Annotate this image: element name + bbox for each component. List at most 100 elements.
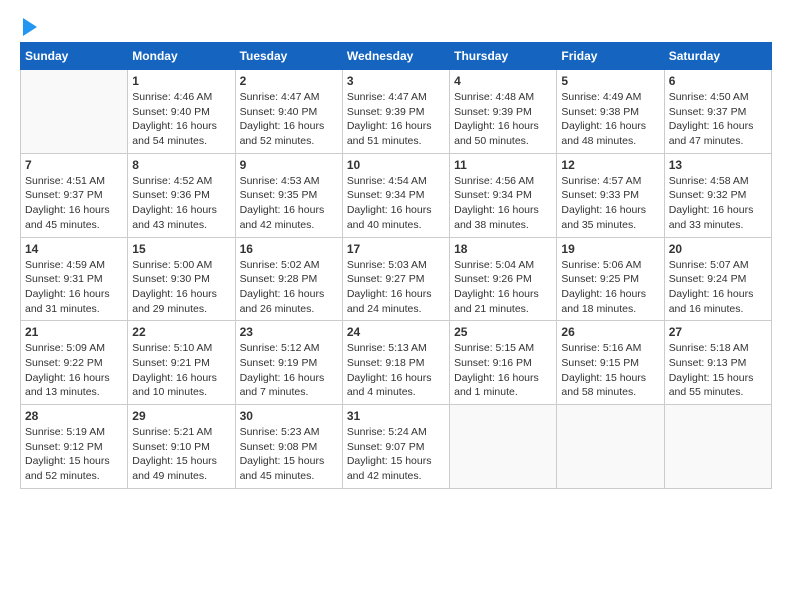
col-monday: Monday — [128, 43, 235, 70]
day-detail-text: Daylight: 15 hours — [25, 454, 123, 469]
table-row: 2Sunrise: 4:47 AMSunset: 9:40 PMDaylight… — [235, 70, 342, 154]
calendar-week-row: 21Sunrise: 5:09 AMSunset: 9:22 PMDayligh… — [21, 321, 772, 405]
day-detail-text: Sunrise: 4:52 AM — [132, 174, 230, 189]
day-detail-text: and 29 minutes. — [132, 302, 230, 317]
day-detail-text: and 10 minutes. — [132, 385, 230, 400]
day-number: 1 — [132, 74, 230, 88]
day-number: 13 — [669, 158, 767, 172]
day-detail-text: and 33 minutes. — [669, 218, 767, 233]
day-number: 8 — [132, 158, 230, 172]
day-number: 22 — [132, 325, 230, 339]
day-detail-text: Daylight: 16 hours — [347, 203, 445, 218]
table-row: 29Sunrise: 5:21 AMSunset: 9:10 PMDayligh… — [128, 405, 235, 489]
table-row: 22 Sunrise: 5:10 AMSunset: 9:21 PMDayligh… — [128, 321, 235, 405]
day-detail-text: Sunrise: 5:21 AM — [132, 425, 230, 440]
day-detail-text: and 51 minutes. — [347, 134, 445, 149]
day-detail-text: Daylight: 16 hours — [25, 287, 123, 302]
day-detail-text: Sunrise: 5:00 AM — [132, 258, 230, 273]
day-detail-text: and 13 minutes. — [25, 385, 123, 400]
day-detail-text: Daylight: 16 hours — [454, 371, 552, 386]
table-row: 10Sunrise: 4:54 AMSunset: 9:34 PMDayligh… — [342, 153, 449, 237]
day-detail-text: and 42 minutes. — [347, 469, 445, 484]
calendar-header-row: Sunday Monday Tuesday Wednesday Thursday… — [21, 43, 772, 70]
day-detail-text: Sunset: 9:25 PM — [561, 272, 659, 287]
day-detail-text: Sunset: 9:32 PM — [669, 188, 767, 203]
day-detail-text: Sunset: 9:35 PM — [240, 188, 338, 203]
day-detail-text: Daylight: 16 hours — [454, 287, 552, 302]
day-detail-text: and 35 minutes. — [561, 218, 659, 233]
calendar-week-row: 1Sunrise: 4:46 AMSunset: 9:40 PMDaylight… — [21, 70, 772, 154]
day-detail-text: Sunset: 9:26 PM — [454, 272, 552, 287]
day-detail-text: Sunrise: 4:57 AM — [561, 174, 659, 189]
day-detail-text: Sunset: 9:39 PM — [454, 105, 552, 120]
day-detail-text: Sunrise: 5:15 AM — [454, 341, 552, 356]
day-number: 23 — [240, 325, 338, 339]
table-row: 4Sunrise: 4:48 AMSunset: 9:39 PMDaylight… — [450, 70, 557, 154]
table-row: 12Sunrise: 4:57 AMSunset: 9:33 PMDayligh… — [557, 153, 664, 237]
calendar-week-row: 28Sunrise: 5:19 AMSunset: 9:12 PMDayligh… — [21, 405, 772, 489]
col-wednesday: Wednesday — [342, 43, 449, 70]
day-detail-text: Sunset: 9:39 PM — [347, 105, 445, 120]
day-detail-text: Sunset: 9:40 PM — [240, 105, 338, 120]
table-row: 18Sunrise: 5:04 AMSunset: 9:26 PMDayligh… — [450, 237, 557, 321]
col-thursday: Thursday — [450, 43, 557, 70]
col-saturday: Saturday — [664, 43, 771, 70]
page-header — [20, 20, 772, 32]
day-detail-text: Sunset: 9:27 PM — [347, 272, 445, 287]
table-row: 23Sunrise: 5:12 AMSunset: 9:19 PMDayligh… — [235, 321, 342, 405]
day-detail-text: Sunset: 9:21 PM — [132, 356, 230, 371]
day-detail-text: and 18 minutes. — [561, 302, 659, 317]
day-number: 30 — [240, 409, 338, 423]
day-detail-text: Sunset: 9:36 PM — [132, 188, 230, 203]
day-detail-text: Sunrise: 4:58 AM — [669, 174, 767, 189]
table-row: 14Sunrise: 4:59 AMSunset: 9:31 PMDayligh… — [21, 237, 128, 321]
day-detail-text: Sunset: 9:34 PM — [347, 188, 445, 203]
day-detail-text: Daylight: 16 hours — [132, 287, 230, 302]
day-number: 21 — [25, 325, 123, 339]
table-row: 8Sunrise: 4:52 AMSunset: 9:36 PMDaylight… — [128, 153, 235, 237]
day-detail-text: Sunset: 9:12 PM — [25, 440, 123, 455]
day-detail-text: Sunrise: 5:06 AM — [561, 258, 659, 273]
day-detail-text: Daylight: 16 hours — [669, 203, 767, 218]
table-row: 15Sunrise: 5:00 AMSunset: 9:30 PMDayligh… — [128, 237, 235, 321]
day-detail-text: Sunset: 9:10 PM — [132, 440, 230, 455]
day-detail-text: Sunrise: 5:07 AM — [669, 258, 767, 273]
day-detail-text: Sunrise: 4:46 AM — [132, 90, 230, 105]
day-number: 3 — [347, 74, 445, 88]
day-number: 28 — [25, 409, 123, 423]
day-number: 18 — [454, 242, 552, 256]
day-detail-text: Daylight: 16 hours — [669, 119, 767, 134]
day-detail-text: Sunset: 9:37 PM — [25, 188, 123, 203]
day-detail-text: Sunrise: 5:16 AM — [561, 341, 659, 356]
day-detail-text: Sunset: 9:28 PM — [240, 272, 338, 287]
day-detail-text: and 55 minutes. — [669, 385, 767, 400]
day-detail-text: and 45 minutes. — [240, 469, 338, 484]
day-detail-text: Daylight: 16 hours — [240, 371, 338, 386]
table-row: 20Sunrise: 5:07 AMSunset: 9:24 PMDayligh… — [664, 237, 771, 321]
day-detail-text: and 31 minutes. — [25, 302, 123, 317]
table-row: 17Sunrise: 5:03 AMSunset: 9:27 PMDayligh… — [342, 237, 449, 321]
day-detail-text: Daylight: 16 hours — [132, 371, 230, 386]
day-detail-text: Daylight: 15 hours — [669, 371, 767, 386]
day-number: 11 — [454, 158, 552, 172]
table-row — [557, 405, 664, 489]
day-number: 5 — [561, 74, 659, 88]
day-detail-text: Sunset: 9:19 PM — [240, 356, 338, 371]
day-detail-text: Daylight: 16 hours — [240, 119, 338, 134]
table-row: 28Sunrise: 5:19 AMSunset: 9:12 PMDayligh… — [21, 405, 128, 489]
day-detail-text: Sunrise: 4:47 AM — [240, 90, 338, 105]
day-detail-text: Daylight: 15 hours — [561, 371, 659, 386]
table-row: 16Sunrise: 5:02 AMSunset: 9:28 PMDayligh… — [235, 237, 342, 321]
table-row: 9Sunrise: 4:53 AMSunset: 9:35 PMDaylight… — [235, 153, 342, 237]
day-detail-text: Sunrise: 5:10 AM — [132, 341, 230, 356]
day-number: 26 — [561, 325, 659, 339]
table-row: 5Sunrise: 4:49 AMSunset: 9:38 PMDaylight… — [557, 70, 664, 154]
day-detail-text: and 21 minutes. — [454, 302, 552, 317]
day-number: 6 — [669, 74, 767, 88]
table-row: 19Sunrise: 5:06 AMSunset: 9:25 PMDayligh… — [557, 237, 664, 321]
day-detail-text: Daylight: 15 hours — [240, 454, 338, 469]
day-detail-text: Sunset: 9:07 PM — [347, 440, 445, 455]
day-detail-text: Sunrise: 4:59 AM — [25, 258, 123, 273]
table-row: 26Sunrise: 5:16 AMSunset: 9:15 PMDayligh… — [557, 321, 664, 405]
day-detail-text: and 40 minutes. — [347, 218, 445, 233]
